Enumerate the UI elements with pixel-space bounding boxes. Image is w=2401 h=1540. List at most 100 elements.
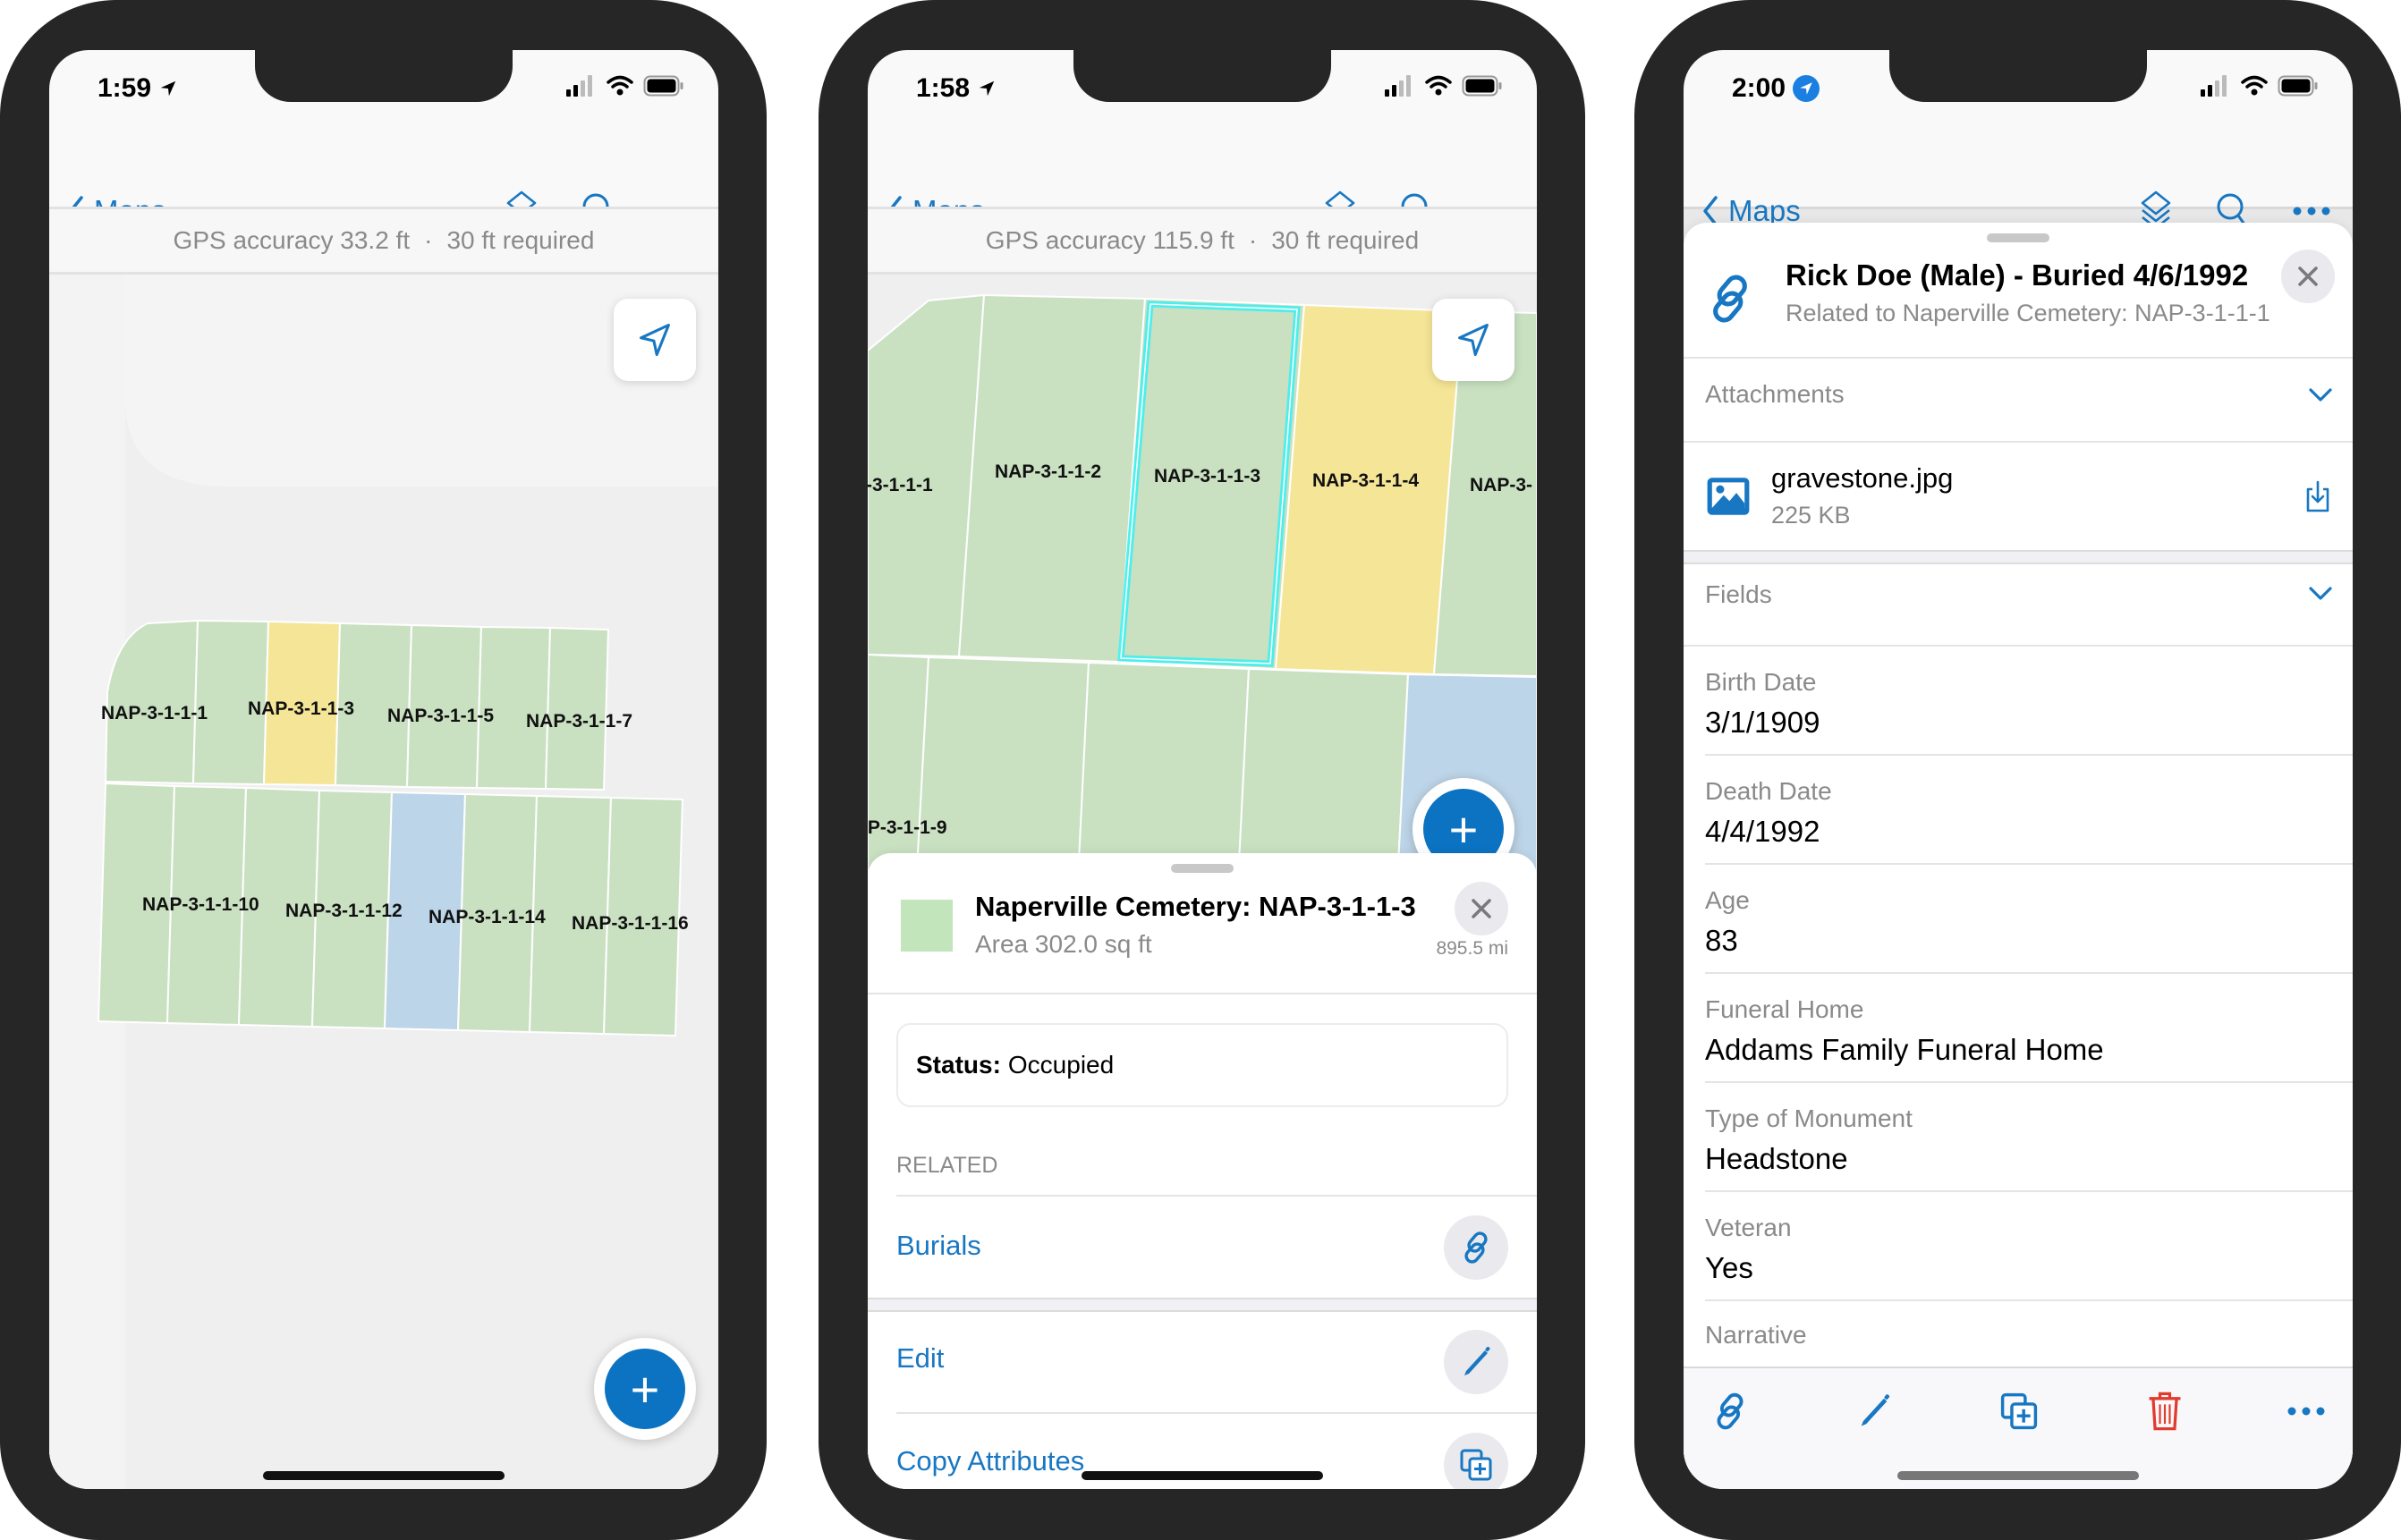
plot-label: NAP-3-1-1-3 — [248, 698, 354, 719]
close-icon — [1468, 895, 1495, 922]
delete-button[interactable] — [2138, 1384, 2192, 1438]
locate-button[interactable] — [1432, 299, 1514, 381]
gps-accuracy: GPS accuracy 115.9 ft — [985, 226, 1234, 254]
battery-icon — [2278, 75, 2319, 97]
field-value: Headstone — [1705, 1142, 1848, 1175]
more-button[interactable] — [2292, 206, 2331, 216]
more-button[interactable] — [2279, 1384, 2333, 1438]
signal-icon — [2201, 75, 2231, 97]
plot-label: NAP-3-1-1-3 — [1154, 466, 1260, 487]
close-button[interactable] — [2281, 250, 2335, 303]
home-indicator — [263, 1471, 505, 1480]
gps-accuracy-bar: GPS accuracy 115.9 ft · 30 ft required — [868, 207, 1537, 275]
sheet-grabber[interactable] — [1987, 233, 2049, 242]
sheet-grabber[interactable] — [1171, 864, 1234, 873]
status-time: 2:00 — [1732, 73, 1820, 104]
action-edit[interactable]: Edit — [868, 1312, 1537, 1412]
field-value: 83 — [1705, 924, 1738, 957]
screen-burial-record: 2:00 Maps Rick Doe (Male) - Buried 4/6/1… — [1684, 50, 2353, 1489]
wifi-icon — [1424, 75, 1453, 97]
copy-add-icon — [1998, 1391, 2040, 1432]
attachments-section-header[interactable]: Attachments — [1684, 359, 2353, 441]
attachments-header: Attachments — [1705, 380, 1845, 408]
plot-label: NAP-3-1-1-16 — [572, 913, 689, 934]
plot-label: -3-1-1-1 — [868, 475, 933, 495]
record-subtitle: Related to Naperville Cemetery: NAP-3-1-… — [1786, 300, 2270, 326]
fields-header: Fields — [1705, 580, 1772, 608]
wifi-icon — [606, 75, 634, 97]
chevron-down-icon — [2308, 387, 2333, 403]
link-button[interactable] — [1703, 1384, 1757, 1438]
link-icon — [1703, 272, 1757, 326]
related-item-burials[interactable]: Burials — [868, 1197, 1537, 1298]
home-indicator — [1897, 1471, 2139, 1480]
copy-add-icon — [1458, 1447, 1494, 1483]
status-bar: 1:58 — [868, 73, 1537, 118]
copy-attributes-button[interactable] — [1444, 1433, 1508, 1489]
map-view[interactable]: NAP-3-1-1-1 NAP-3-1-1-3 NAP-3-1-1-5 NAP-… — [49, 272, 718, 1489]
clock: 2:00 — [1732, 73, 1786, 103]
signal-icon — [566, 75, 597, 97]
locate-button[interactable] — [614, 299, 696, 381]
gps-separator: · — [424, 226, 433, 254]
field-veteran: Veteran Yes — [1684, 1192, 2353, 1299]
field-age: Age 83 — [1684, 865, 2353, 972]
location-badge-icon — [1793, 75, 1820, 102]
status-bar: 1:59 — [49, 73, 718, 118]
fields-section-header[interactable]: Fields — [1684, 563, 2353, 645]
gps-required: 30 ft required — [446, 226, 595, 254]
feature-sheet: Naperville Cemetery: NAP-3-1-1-3 Area 30… — [868, 853, 1537, 1489]
status-card: Status: Occupied — [896, 1023, 1508, 1107]
trash-icon — [2145, 1390, 2185, 1433]
field-value: Yes — [1705, 1251, 1753, 1284]
related-link-button[interactable] — [1444, 1215, 1508, 1280]
feature-title: Naperville Cemetery: NAP-3-1-1-3 — [975, 891, 1416, 922]
field-label: Narrative — [1705, 1321, 1807, 1349]
field-label: Type of Monument — [1705, 1104, 1913, 1132]
attachment-item[interactable]: gravestone.jpg 225 KB — [1684, 443, 2353, 550]
pencil-icon — [1854, 1392, 1894, 1431]
more-icon — [2292, 206, 2331, 216]
edit-button[interactable] — [1444, 1330, 1508, 1394]
navigation-arrow-icon — [1454, 320, 1493, 360]
action-label: Edit — [896, 1342, 945, 1374]
download-icon — [2304, 478, 2331, 514]
plot — [544, 626, 610, 791]
field-death-date: Death Date 4/4/1992 — [1684, 756, 2353, 863]
link-icon — [1458, 1230, 1494, 1265]
more-icon — [2286, 1406, 2326, 1417]
field-value: 3/1/1909 — [1705, 706, 1820, 739]
divider — [896, 1195, 1537, 1197]
field-label: Death Date — [1705, 777, 1832, 805]
copy-attributes-button[interactable] — [1992, 1384, 2046, 1438]
download-button[interactable] — [2304, 478, 2331, 519]
field-label: Birth Date — [1705, 668, 1817, 696]
attachment-name: gravestone.jpg — [1771, 462, 1954, 494]
screen-plot-details: 1:58 Maps GPS accuracy 115.9 ft · — [868, 50, 1537, 1489]
feature-distance: 895.5 mi — [1436, 938, 1508, 959]
field-birth-date: Birth Date 3/1/1909 — [1684, 647, 2353, 754]
add-feature-button[interactable]: + — [594, 1338, 696, 1440]
field-label: Veteran — [1705, 1214, 1792, 1241]
field-value: 4/4/1992 — [1705, 815, 1820, 848]
gps-accuracy-bar: GPS accuracy 33.2 ft · 30 ft required — [49, 207, 718, 275]
divider — [868, 993, 1537, 994]
field-label: Funeral Home — [1705, 995, 1864, 1023]
status-time: 1:59 — [98, 73, 178, 104]
field-funeral-home: Funeral Home Addams Family Funeral Home — [1684, 974, 2353, 1081]
status-value: Occupied — [1007, 1051, 1115, 1079]
close-button[interactable] — [1455, 882, 1508, 935]
clock: 1:58 — [916, 73, 971, 103]
screen-map-overview: 1:59 Maps GPS accuracy 33.2 ft · — [49, 50, 718, 1489]
close-icon — [2295, 263, 2321, 290]
wifi-icon — [2240, 75, 2269, 97]
plot-label: NAP-3- — [1470, 475, 1532, 495]
edit-button[interactable] — [1847, 1384, 1901, 1438]
phone-frame-1: 1:59 Maps GPS accuracy 33.2 ft · — [0, 0, 767, 1540]
phone-frame-3: 2:00 Maps Rick Doe (Male) - Buried 4/6/1… — [1634, 0, 2401, 1540]
plot-label: NAP-3-1-1-2 — [995, 461, 1101, 482]
plot-label: \P-3-1-1-9 — [868, 817, 947, 838]
section-gap — [868, 1298, 1537, 1312]
burial-detail-sheet: Rick Doe (Male) - Buried 4/6/1992 Relate… — [1684, 223, 2353, 1489]
chevron-down-icon — [2308, 586, 2333, 602]
